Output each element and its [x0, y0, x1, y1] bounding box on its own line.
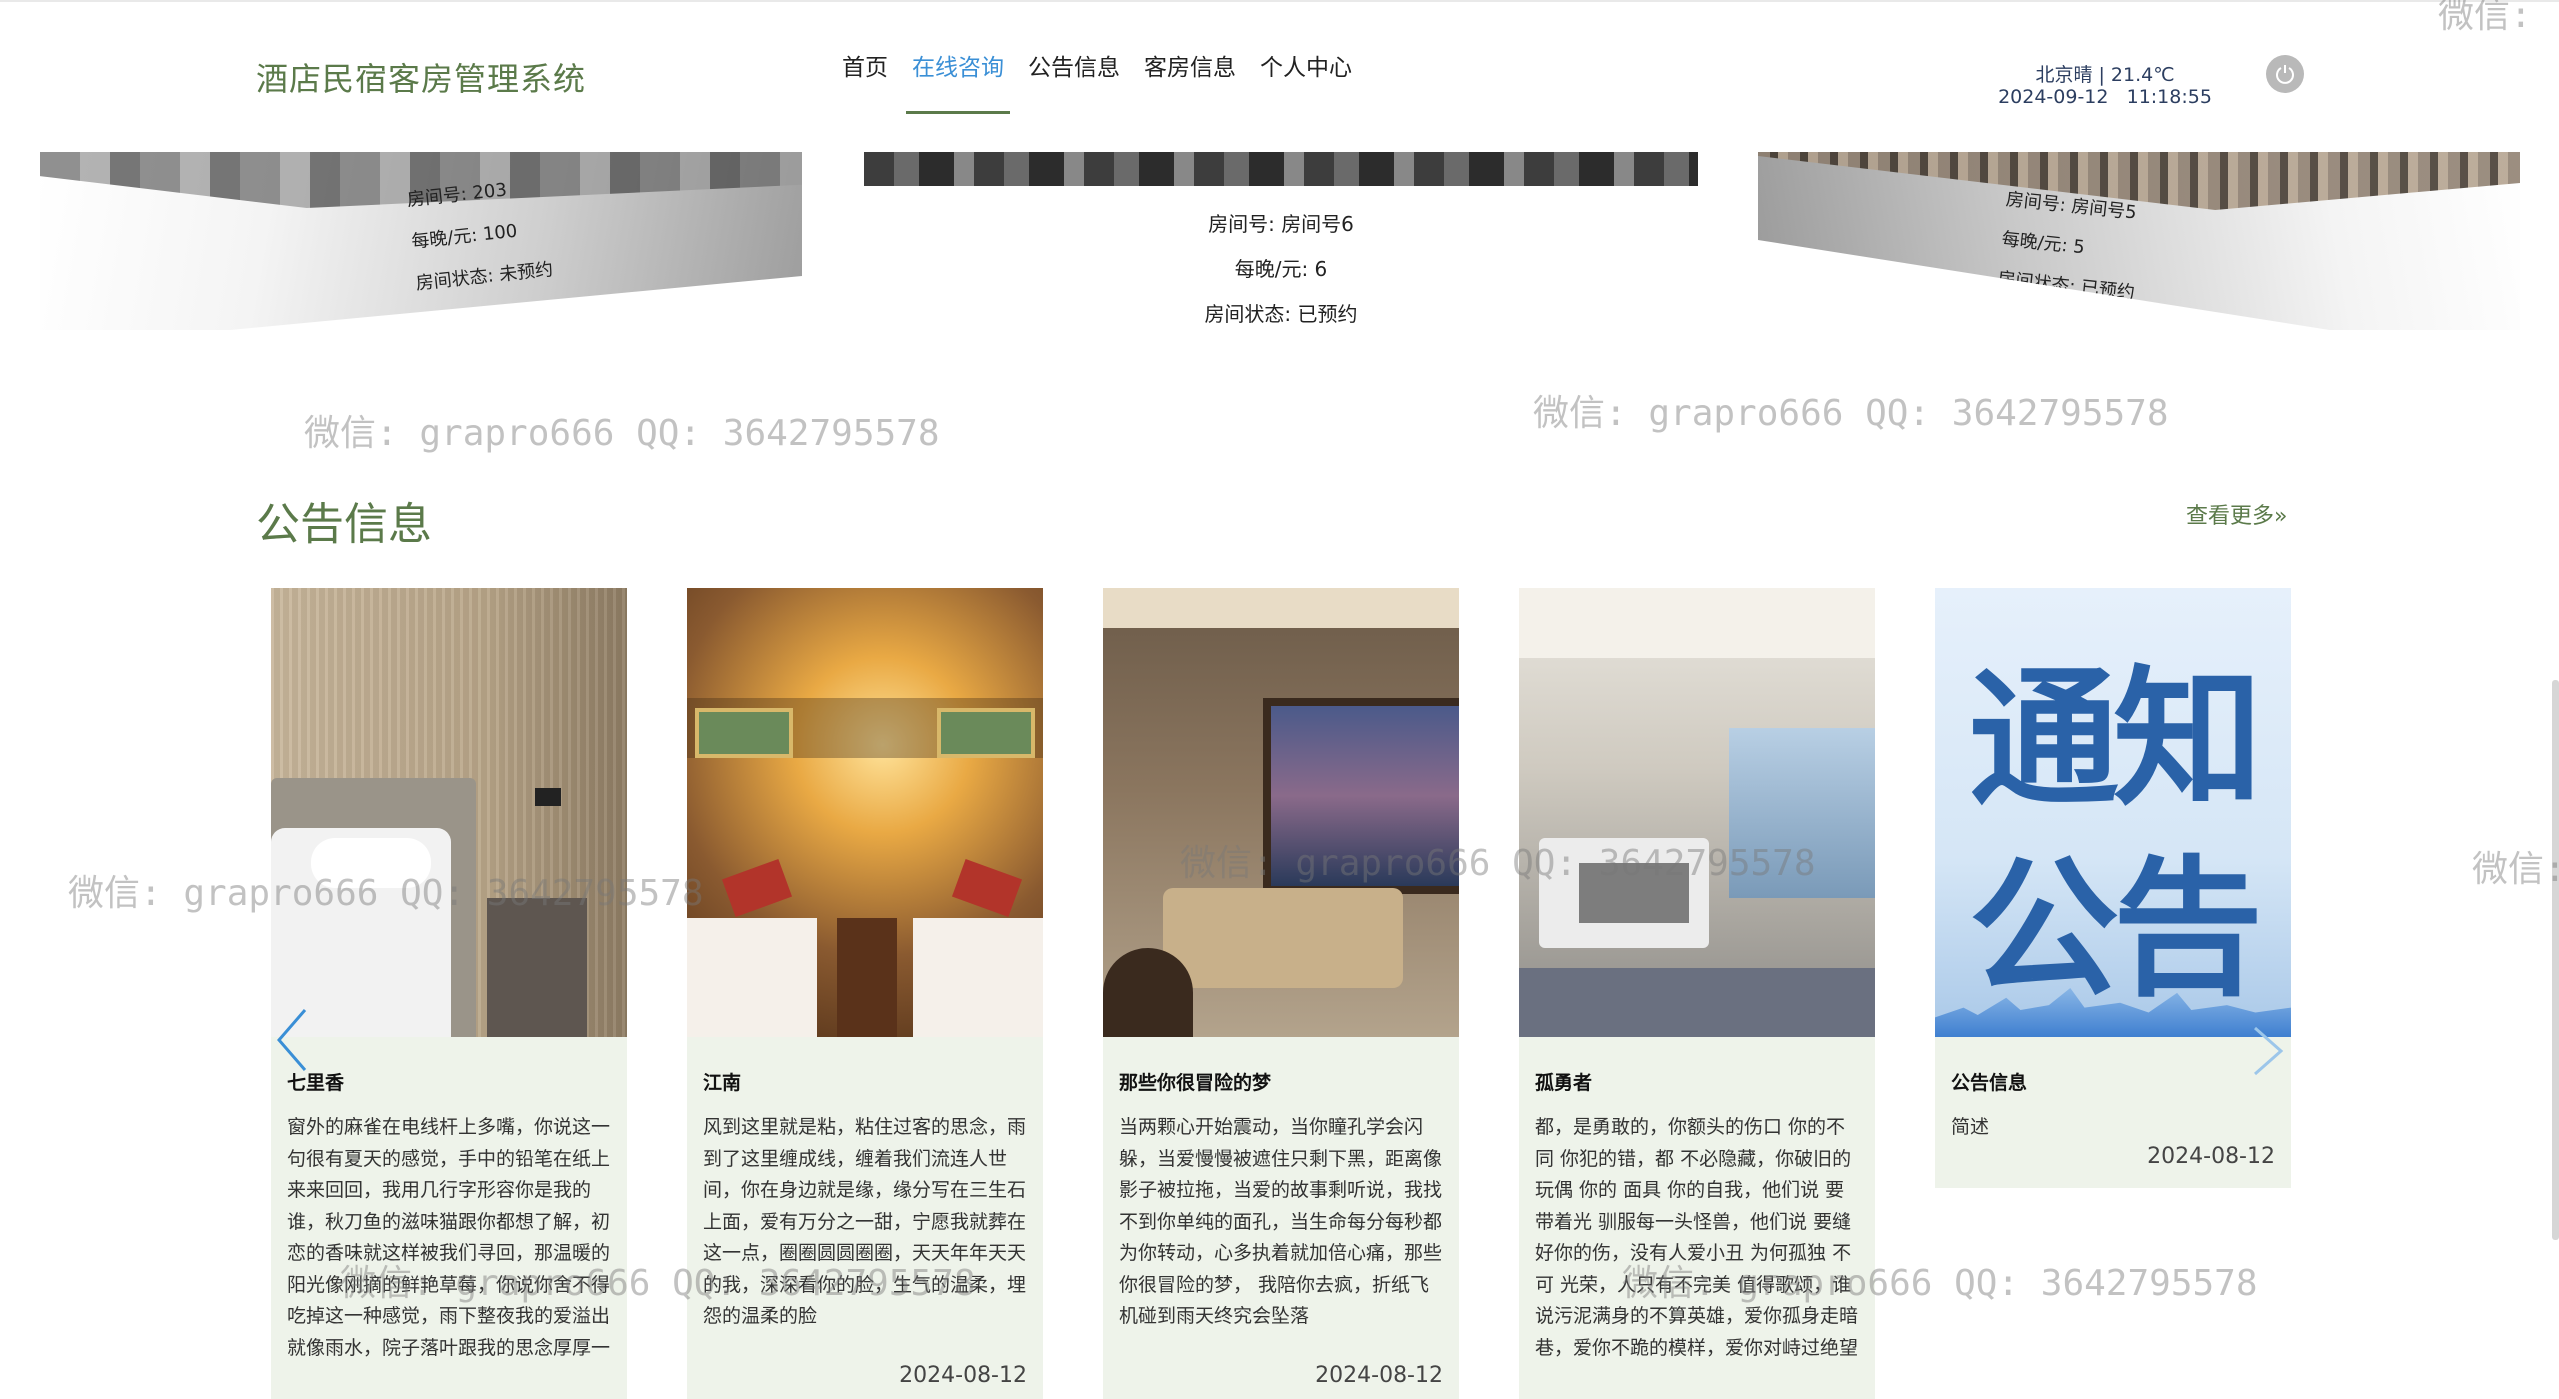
room-photo-center[interactable]	[864, 150, 1698, 186]
carousel-prev-icon[interactable]	[275, 1008, 309, 1076]
room-status: 已预约	[1297, 302, 1358, 326]
room-number: 房间号6	[1281, 212, 1354, 236]
announcement-desc: 窗外的麻雀在电线杆上多嘴，你说这一句很有夏天的感觉，手中的铅笔在纸上来来回回，我…	[287, 1116, 611, 1359]
room-status: 未预约	[498, 259, 555, 286]
announcement-desc: 当两颗心开始震动，当你瞳孔学会闪躲，当爱慢慢被遮住只剩下黑，距离像影子被拉拖，当…	[1119, 1116, 1443, 1327]
announcement-image	[271, 588, 627, 1037]
nav-room-info[interactable]: 客房信息	[1132, 57, 1248, 114]
room-number: 房间号5	[2070, 195, 2138, 224]
announcement-desc: 简述	[1951, 1116, 1990, 1138]
power-icon[interactable]	[2266, 55, 2304, 93]
room-price: 100	[481, 220, 519, 246]
section-title-announcements: 公告信息	[256, 499, 432, 550]
main-nav: 首页 在线咨询 公告信息 客房信息 个人中心	[830, 57, 1364, 114]
nav-personal-center[interactable]: 个人中心	[1248, 57, 1364, 114]
notice-image-text: 通知	[1968, 653, 2263, 827]
nav-home[interactable]: 首页	[830, 57, 900, 114]
weather-text: 北京晴 | 21.4℃	[2035, 64, 2175, 86]
room-number: 203	[471, 179, 508, 204]
nav-online-consult[interactable]: 在线咨询	[900, 57, 1016, 114]
announcement-image	[1519, 588, 1875, 1037]
view-more-link[interactable]: 查看更多»	[2186, 498, 2287, 530]
watermark-partial: 微信:	[2472, 849, 2559, 890]
datetime-text: 2024-09-12 11:18:55	[1998, 86, 2212, 108]
room-price: 5	[2072, 236, 2086, 259]
announcement-card[interactable]: 通知 公告 公告信息 简述 2024-08-12	[1935, 588, 2291, 1188]
brand-title[interactable]: 酒店民宿客房管理系统	[256, 54, 586, 100]
announcement-title: 江南	[703, 1072, 742, 1094]
announcement-image: 通知 公告	[1935, 588, 2291, 1037]
announcement-date: 2024-08-12	[899, 1363, 1027, 1388]
room-info: 房间号: 房间号5 每晚/元: 5 房间状态: 已预约	[1996, 188, 2138, 304]
announcement-title: 孤勇者	[1535, 1072, 1593, 1094]
carousel-next-icon[interactable]	[2251, 1026, 2285, 1080]
room-card-left[interactable]: 房间号: 203 每晚/元: 100 房间状态: 未预约	[40, 150, 802, 330]
announcement-title: 那些你很冒险的梦	[1119, 1072, 1272, 1094]
announcement-card[interactable]: 孤勇者 都，是勇敢的，你额头的伤口 你的不同 你犯的错，都 不必隐藏，你破旧的玩…	[1519, 588, 1875, 1399]
announcement-date: 2024-08-12	[2147, 1144, 2275, 1169]
nav-announcements[interactable]: 公告信息	[1016, 57, 1132, 114]
announcement-date: 2024-08-12	[1315, 1363, 1443, 1388]
room-price: 6	[1314, 257, 1328, 281]
room-info-center: 房间号: 房间号6 每晚/元: 6 房间状态: 已预约	[1204, 212, 1358, 326]
notice-image-text: 公告	[1968, 843, 2263, 1017]
room-card-right[interactable]: 房间号: 房间号5 每晚/元: 5 房间状态: 已预约	[1758, 150, 2520, 330]
room-info: 房间号: 203 每晚/元: 100 房间状态: 未预约	[406, 179, 555, 295]
announcement-card[interactable]: 那些你很冒险的梦 当两颗心开始震动，当你瞳孔学会闪躲，当爱慢慢被遮住只剩下黑，距…	[1103, 588, 1459, 1399]
announcement-title: 公告信息	[1951, 1072, 2028, 1094]
announcement-carousel: 七里香 窗外的麻雀在电线杆上多嘴，你说这一句很有夏天的感觉，手中的铅笔在纸上来来…	[271, 588, 2291, 1399]
announcement-image	[687, 588, 1043, 1037]
announcement-image	[1103, 588, 1459, 1037]
announcement-desc: 风到这里就是粘，粘住过客的思念，雨到了这里缠成线，缠着我们流连人世间，你在身边就…	[703, 1116, 1027, 1327]
watermark: 微信: grapro666 QQ: 3642795578	[1533, 393, 2169, 434]
announcement-card[interactable]: 江南 风到这里就是粘，粘住过客的思念，雨到了这里缠成线，缠着我们流连人世间，你在…	[687, 588, 1043, 1399]
announcement-desc: 都，是勇敢的，你额头的伤口 你的不同 你犯的错，都 不必隐藏，你破旧的玩偶 你的…	[1535, 1116, 1859, 1359]
watermark: 微信: grapro666 QQ: 3642795578	[304, 413, 940, 454]
weather-clock: 北京晴 | 21.4℃ 2024-09-12 11:18:55	[1990, 64, 2220, 108]
top-header: 酒店民宿客房管理系统 首页 在线咨询 公告信息 客房信息 个人中心 北京晴 | …	[0, 0, 2559, 152]
room-status: 已预约	[2079, 277, 2136, 304]
announcement-card[interactable]: 七里香 窗外的麻雀在电线杆上多嘴，你说这一句很有夏天的感觉，手中的铅笔在纸上来来…	[271, 588, 627, 1399]
page-scrollbar[interactable]	[2552, 680, 2559, 1240]
